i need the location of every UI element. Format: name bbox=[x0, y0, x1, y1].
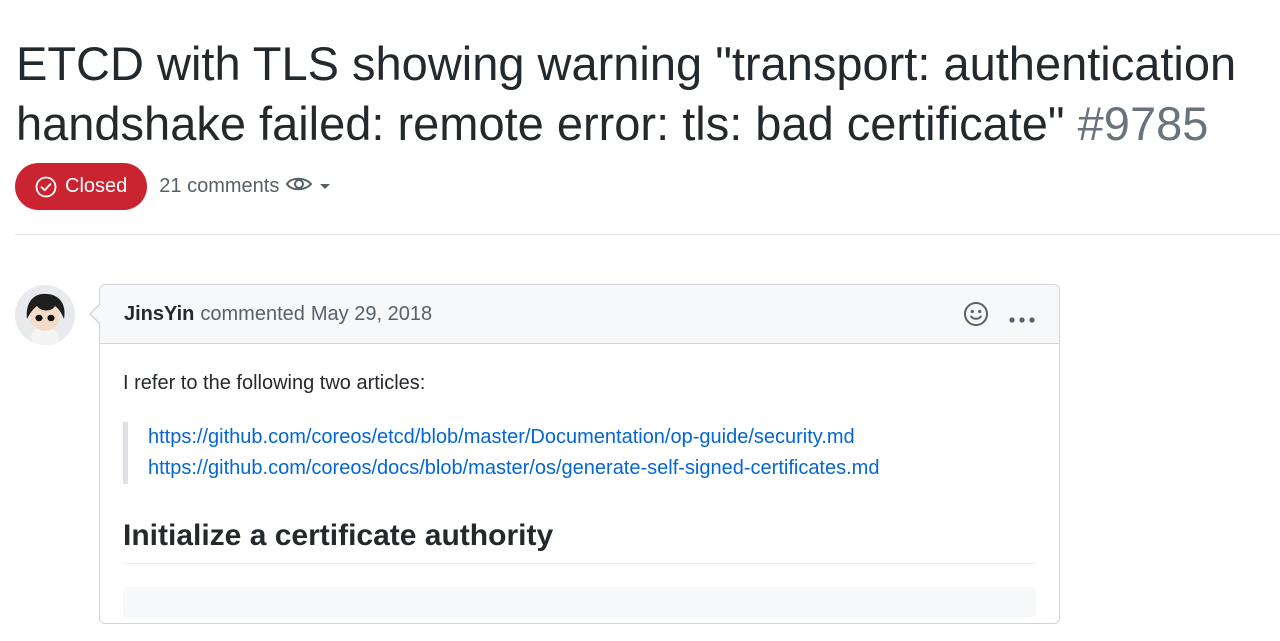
avatar[interactable] bbox=[15, 285, 75, 345]
link-certs-doc[interactable]: https://github.com/coreos/docs/blob/mast… bbox=[148, 453, 1036, 484]
issue-title: ETCD with TLS showing warning "transport… bbox=[16, 34, 1266, 154]
comment-author[interactable]: JinsYin bbox=[124, 303, 194, 326]
smiley-icon[interactable] bbox=[963, 301, 989, 333]
eye-icon[interactable] bbox=[285, 174, 313, 200]
comments-count: 21 comments bbox=[159, 175, 280, 197]
comment-intro: I refer to the following two articles: bbox=[123, 372, 426, 394]
issue-title-text: ETCD with TLS showing warning "transport… bbox=[16, 37, 1237, 150]
code-block bbox=[123, 587, 1036, 617]
divider bbox=[15, 234, 1280, 235]
link-security-doc[interactable]: https://github.com/coreos/etcd/blob/mast… bbox=[148, 422, 1036, 453]
section-heading: Initialize a certificate authority bbox=[123, 519, 1036, 564]
blockquote: https://github.com/coreos/etcd/blob/mast… bbox=[123, 422, 1036, 484]
comment-action: commented bbox=[200, 302, 305, 325]
chevron-down-icon[interactable] bbox=[319, 175, 331, 198]
comment-box: JinsYin commented May 29, 2018 I refer t… bbox=[89, 284, 1060, 624]
comment-actions bbox=[963, 301, 1035, 333]
circle-check-icon bbox=[35, 176, 57, 198]
status-label: Closed bbox=[65, 175, 128, 197]
status-badge: Closed bbox=[15, 163, 148, 210]
comment-header: JinsYin commented May 29, 2018 bbox=[89, 285, 1059, 344]
comment-date[interactable]: May 29, 2018 bbox=[311, 303, 432, 326]
kebab-icon[interactable] bbox=[1009, 306, 1035, 329]
issue-number: #9785 bbox=[1077, 97, 1209, 150]
issue-meta: Closed 21 comments bbox=[15, 163, 331, 210]
comment-body: I refer to the following two articles: h… bbox=[100, 344, 1059, 641]
comments-summary: 21 comments bbox=[159, 174, 331, 200]
